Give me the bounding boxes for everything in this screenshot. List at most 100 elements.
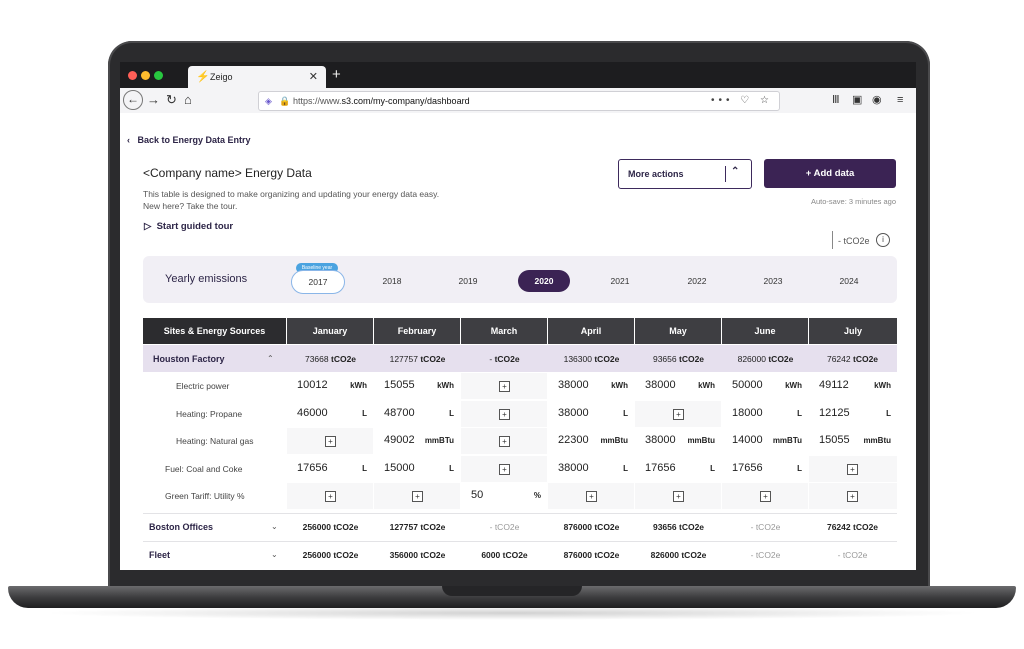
add-value-icon[interactable]: + xyxy=(847,491,858,502)
start-guided-tour-button[interactable]: ▷ Start guided tour xyxy=(144,221,233,232)
data-cell[interactable]: 17656 L xyxy=(287,455,373,482)
url-bar[interactable]: ◈ 🔒 https://www.s3.com/my-company/dashbo… xyxy=(258,91,780,111)
home-icon[interactable]: ⌂ xyxy=(184,91,192,109)
data-cell[interactable]: 22300 mmBtu xyxy=(548,428,634,454)
menu-icon[interactable]: ≡ xyxy=(897,91,903,109)
cell-unit: kWh xyxy=(437,381,454,390)
data-cell[interactable]: 49002 mmBTu xyxy=(374,428,460,454)
cell-unit: mmBtu xyxy=(600,436,628,445)
year-selector: Yearly emissions Baseline year 2017 2018… xyxy=(143,256,897,303)
chevron-up-icon[interactable]: ⌃ xyxy=(267,354,274,363)
header-month: March xyxy=(461,318,547,344)
back-link[interactable]: ‹ Back to Energy Data Entry xyxy=(127,135,251,145)
cell-value: 10012 xyxy=(297,379,328,391)
data-cell[interactable]: 15055 kWh xyxy=(374,373,460,399)
close-window-button[interactable] xyxy=(128,71,137,80)
empty-cell: + xyxy=(287,483,373,509)
page-actions-icon[interactable]: ••• ♡ ☆ xyxy=(711,92,773,110)
year-2017[interactable]: 2017 xyxy=(291,270,345,294)
add-value-icon[interactable]: + xyxy=(760,491,771,502)
add-value-icon[interactable]: + xyxy=(325,491,336,502)
reload-icon[interactable]: ↻ xyxy=(166,91,177,109)
maximize-window-button[interactable] xyxy=(154,71,163,80)
add-value-icon[interactable]: + xyxy=(499,463,510,475)
site-row[interactable]: Boston Offices ⌄ 256000 tCO2e 127757 tCO2e -… xyxy=(143,514,897,541)
data-cell[interactable]: 38000 kWh xyxy=(548,373,634,399)
add-value-icon[interactable]: + xyxy=(499,408,510,420)
cell-value: 17656 xyxy=(297,461,328,474)
data-cell[interactable]: 12125 L xyxy=(809,400,897,427)
data-cell[interactable]: 38000 kWh xyxy=(635,373,721,399)
cell-unit: mmBtu xyxy=(863,436,891,445)
add-value-icon[interactable]: + xyxy=(499,381,510,392)
year-2021[interactable]: 2021 xyxy=(594,270,646,292)
library-icon[interactable]: Ⅲ xyxy=(832,91,840,109)
add-value-icon[interactable]: + xyxy=(412,491,423,502)
forward-arrow-icon[interactable]: → xyxy=(147,91,160,109)
add-data-button[interactable]: + Add data xyxy=(764,159,896,188)
cell-value: 15055 xyxy=(819,434,850,446)
add-value-icon[interactable]: + xyxy=(847,463,858,475)
data-cell[interactable]: 38000 L xyxy=(548,400,634,427)
site-row-houston[interactable]: Houston Factory ⌃ 73668 tCO2e 127757 tCO2… xyxy=(143,345,897,372)
data-cell[interactable]: 18000 L xyxy=(722,400,808,427)
chevron-down-icon[interactable]: ⌄ xyxy=(271,522,278,531)
year-2018[interactable]: 2018 xyxy=(366,270,418,292)
energy-source-row: Heating: Propane 46000 L 48700 L +38000 L +1800… xyxy=(143,400,897,428)
cell-unit: kWh xyxy=(874,381,891,390)
add-value-icon[interactable]: + xyxy=(499,436,510,447)
site-total-cell: 256000 tCO2e xyxy=(302,550,359,560)
data-cell[interactable]: 48700 L xyxy=(374,400,460,427)
year-2024[interactable]: 2024 xyxy=(823,270,875,292)
new-tab-icon[interactable]: + xyxy=(332,66,341,83)
data-cell[interactable]: 17656 L xyxy=(635,455,721,482)
site-total-cell: - tCO2e xyxy=(489,354,520,364)
site-row[interactable]: Fleet ⌄ 256000 tCO2e 356000 tCO2e 6000 tCO2e… xyxy=(143,542,897,569)
data-cell[interactable]: 15000 L xyxy=(374,455,460,482)
site-total-cell: 256000 tCO2e xyxy=(302,522,359,532)
back-arrow-icon[interactable]: ← xyxy=(123,90,143,110)
data-cell[interactable]: 46000 L xyxy=(287,400,373,427)
autosave-status: Auto-save: 3 minutes ago xyxy=(810,197,896,206)
year-2023[interactable]: 2023 xyxy=(747,270,799,292)
data-cell[interactable]: 10012 kWh xyxy=(287,373,373,399)
account-icon[interactable]: ◉ xyxy=(872,91,882,109)
data-cell[interactable]: 14000 mmBTu xyxy=(722,428,808,454)
add-value-icon[interactable]: + xyxy=(586,491,597,502)
info-icon[interactable]: i xyxy=(876,233,890,247)
data-cell[interactable]: 38000 L xyxy=(548,455,634,482)
year-2022[interactable]: 2022 xyxy=(671,270,723,292)
cell-value: 22300 xyxy=(558,434,589,446)
chevron-down-icon[interactable]: ⌄ xyxy=(271,550,278,559)
add-value-icon[interactable]: + xyxy=(673,491,684,502)
empty-cell: + xyxy=(461,428,547,454)
site-total-cell: 127757 tCO2e xyxy=(389,354,446,364)
data-cell[interactable]: 50% xyxy=(461,483,547,509)
data-cell[interactable]: 15055 mmBtu xyxy=(809,428,897,454)
browser-tab[interactable]: ⚡ Zeigo ✕ xyxy=(188,66,326,88)
site-total-cell: - tCO2e xyxy=(750,550,781,560)
data-cell[interactable]: 50000 kWh xyxy=(722,373,808,399)
lock-icon: 🔒 xyxy=(279,96,291,106)
url-text: https://www.s3.com/my-company/dashboard xyxy=(293,96,470,106)
energy-source-row: Electric power 10012 kWh 15055 kWh +38000 kWh 3… xyxy=(143,373,897,400)
data-cell[interactable]: 49112 kWh xyxy=(809,373,897,399)
energy-source-row: Fuel: Coal and Coke 17656 L 15000 L +38000 L 17… xyxy=(143,455,897,483)
page-description: This table is designed to make organizin… xyxy=(143,189,440,211)
tab-close-icon[interactable]: ✕ xyxy=(309,70,318,83)
cell-value: 38000 xyxy=(645,379,676,391)
empty-cell: + xyxy=(374,483,460,509)
year-2020[interactable]: 2020 xyxy=(518,270,570,292)
minimize-window-button[interactable] xyxy=(141,71,150,80)
add-value-icon[interactable]: + xyxy=(325,436,336,447)
empty-cell: + xyxy=(635,483,721,509)
data-cell[interactable]: 38000 mmBtu xyxy=(635,428,721,454)
cell-unit: kWh xyxy=(611,381,628,390)
data-cell[interactable]: 17656 L xyxy=(722,455,808,482)
energy-source-name: Heating: Propane xyxy=(176,408,243,419)
sidebar-icon[interactable]: ▣ xyxy=(852,91,862,109)
cell-value: 17656 xyxy=(732,461,763,474)
add-value-icon[interactable]: + xyxy=(673,408,684,420)
year-2019[interactable]: 2019 xyxy=(442,270,494,292)
more-actions-button[interactable]: More actions ⌃ xyxy=(618,159,752,189)
